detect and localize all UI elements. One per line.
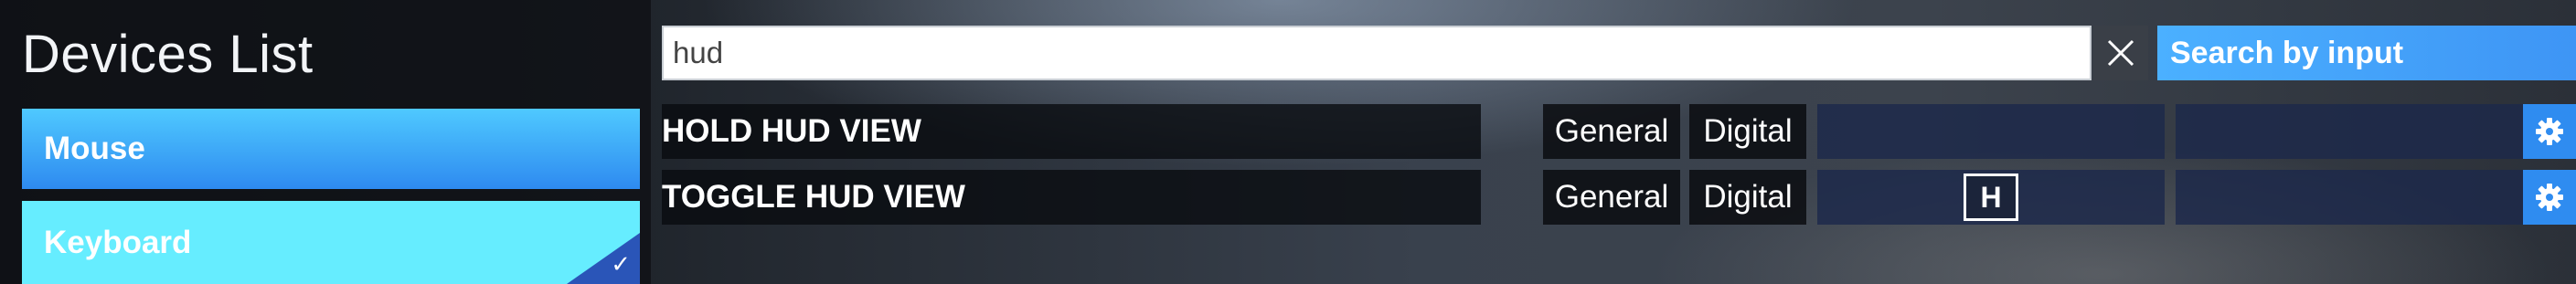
key-binding-badge[interactable]: H bbox=[1964, 174, 2018, 221]
search-input[interactable] bbox=[662, 26, 2092, 80]
primary-binding-slot[interactable]: H bbox=[1817, 170, 2165, 225]
devices-list-title: Devices List bbox=[22, 25, 314, 84]
device-item-label: Mouse bbox=[44, 131, 145, 166]
primary-binding-slot[interactable] bbox=[1817, 104, 2165, 159]
category-tag: General bbox=[1543, 104, 1680, 159]
device-item-label: Keyboard bbox=[44, 224, 192, 260]
action-name[interactable]: HOLD HUD VIEW bbox=[662, 104, 1481, 159]
device-item-mouse[interactable]: Mouse bbox=[22, 109, 640, 189]
secondary-binding-slot[interactable] bbox=[2176, 170, 2523, 225]
clear-search-button[interactable] bbox=[2093, 26, 2148, 80]
binding-settings-button[interactable] bbox=[2523, 104, 2576, 159]
result-row: HOLD HUD VIEW General Digital bbox=[662, 104, 2576, 159]
category-tag: General bbox=[1543, 170, 1680, 225]
checkmark-icon: ✓ bbox=[611, 250, 631, 278]
gear-icon bbox=[2536, 184, 2563, 211]
secondary-binding-slot[interactable] bbox=[2176, 104, 2523, 159]
close-icon bbox=[2107, 39, 2134, 67]
search-mode-label: Search by input bbox=[2170, 35, 2404, 70]
gear-icon bbox=[2536, 118, 2563, 145]
device-item-keyboard[interactable]: Keyboard ✓ bbox=[22, 201, 640, 284]
input-type-tag: Digital bbox=[1689, 170, 1806, 225]
binding-settings-button[interactable] bbox=[2523, 170, 2576, 225]
input-type-tag: Digital bbox=[1689, 104, 1806, 159]
action-name[interactable]: TOGGLE HUD VIEW bbox=[662, 170, 1481, 225]
search-mode-button[interactable]: Search by input bbox=[2157, 26, 2576, 80]
result-row: TOGGLE HUD VIEW General Digital H bbox=[662, 170, 2576, 225]
